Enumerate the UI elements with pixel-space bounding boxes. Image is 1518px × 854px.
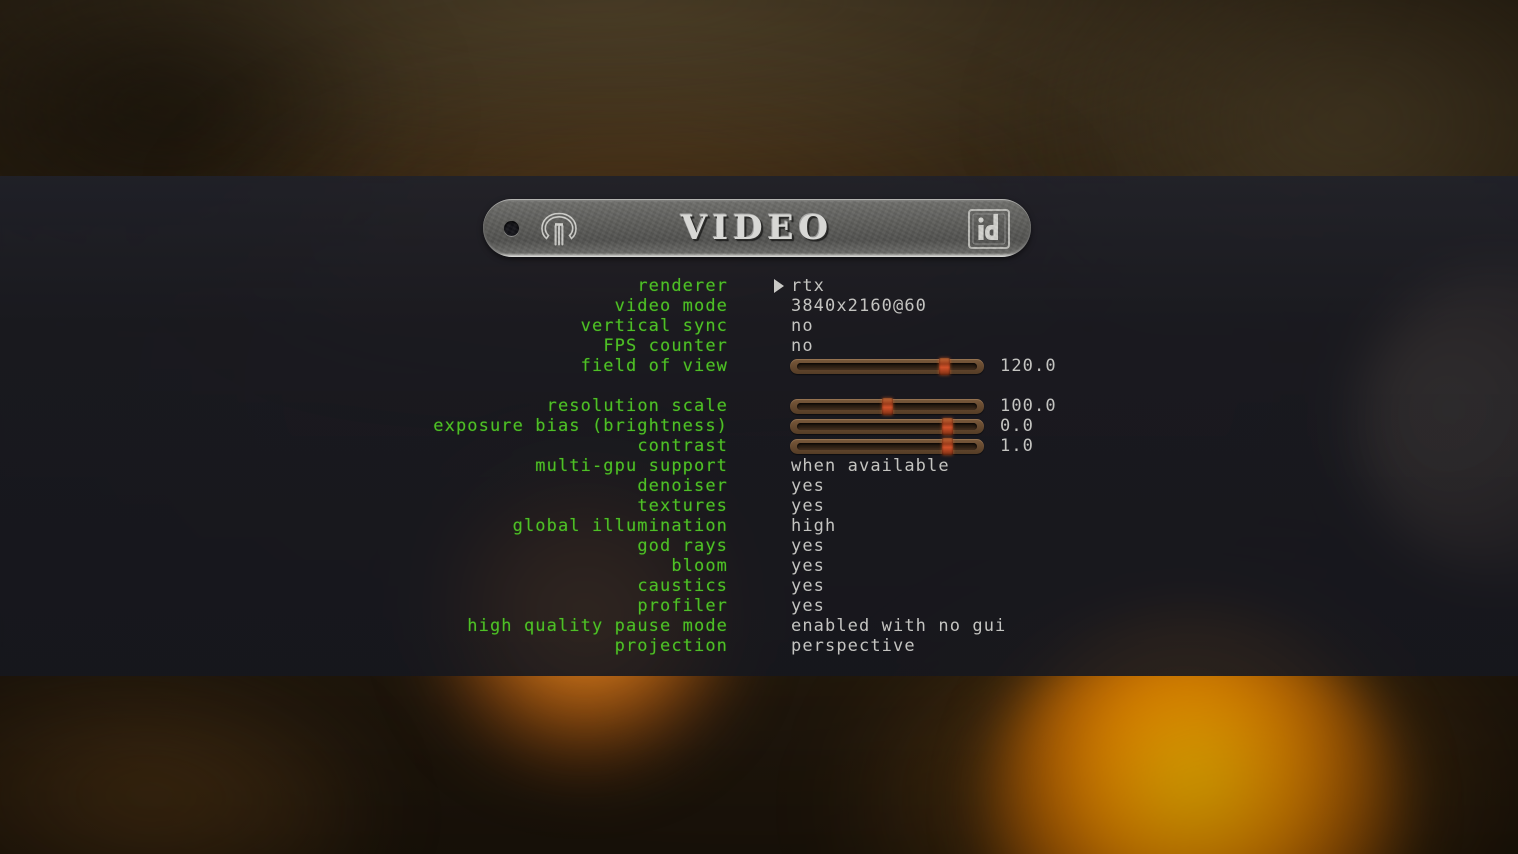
option-slider[interactable] xyxy=(790,438,984,455)
option-value[interactable]: enabled with no gui xyxy=(791,616,1006,636)
option-label: video mode xyxy=(614,296,728,316)
option-row[interactable]: renderer rtx xyxy=(0,276,1518,296)
option-value[interactable]: yes xyxy=(791,476,825,496)
menu-title-plaque: VIDEO xyxy=(483,199,1031,257)
option-label: vertical sync xyxy=(580,316,728,336)
video-options-list: renderer rtx video mode 3840x2160@60 vertica… xyxy=(0,276,1518,656)
option-row[interactable]: caustics yes xyxy=(0,576,1518,596)
option-label: renderer xyxy=(637,276,728,296)
option-row-spacer xyxy=(0,376,1518,396)
option-label: field of view xyxy=(580,356,728,376)
option-value[interactable]: high xyxy=(791,516,836,536)
option-label: projection xyxy=(614,636,728,656)
option-row[interactable]: projection perspective xyxy=(0,636,1518,656)
option-value[interactable]: yes xyxy=(791,536,825,556)
option-label: contrast xyxy=(637,436,728,456)
slider-knob[interactable] xyxy=(938,358,950,375)
option-value[interactable]: no xyxy=(791,336,814,356)
option-value[interactable]: no xyxy=(791,316,814,336)
option-label: exposure bias (brightness) xyxy=(433,416,728,436)
game-screen: VIDEO renderer rtx video mode 3840x2160@60 v… xyxy=(0,0,1518,854)
option-row[interactable]: field of view 120.0 xyxy=(0,356,1518,376)
page-title: VIDEO xyxy=(680,208,834,248)
option-label: god rays xyxy=(637,536,728,556)
option-row[interactable]: high quality pause mode enabled with no g… xyxy=(0,616,1518,636)
option-value[interactable]: yes xyxy=(791,556,825,576)
selection-cursor-icon xyxy=(774,279,784,293)
slider-knob[interactable] xyxy=(881,398,893,415)
option-label: denoiser xyxy=(637,476,728,496)
option-value: 1.0 xyxy=(1000,436,1035,456)
slider-knob[interactable] xyxy=(942,438,954,455)
option-label: resolution scale xyxy=(546,396,728,416)
option-slider[interactable] xyxy=(790,398,984,415)
option-label: high quality pause mode xyxy=(467,616,728,636)
option-row[interactable]: bloom yes xyxy=(0,556,1518,576)
option-value: 120.0 xyxy=(1000,356,1057,376)
option-value[interactable]: yes xyxy=(791,596,825,616)
option-value[interactable]: yes xyxy=(791,576,825,596)
option-value: 100.0 xyxy=(1000,396,1057,416)
slider-groove xyxy=(797,363,977,370)
slider-knob[interactable] xyxy=(942,418,954,435)
option-label: FPS counter xyxy=(603,336,728,356)
option-row[interactable]: textures yes xyxy=(0,496,1518,516)
option-slider[interactable] xyxy=(790,358,984,375)
option-label: textures xyxy=(637,496,728,516)
option-row[interactable]: profiler yes xyxy=(0,596,1518,616)
option-label: bloom xyxy=(671,556,728,576)
option-row[interactable]: global illumination high xyxy=(0,516,1518,536)
option-row[interactable]: exposure bias (brightness) 0.0 xyxy=(0,416,1518,436)
option-value[interactable]: yes xyxy=(791,496,825,516)
option-label: multi-gpu support xyxy=(535,456,728,476)
option-value[interactable]: 3840x2160@60 xyxy=(791,296,927,316)
option-value[interactable]: perspective xyxy=(791,636,916,656)
option-row[interactable]: video mode 3840x2160@60 xyxy=(0,296,1518,316)
option-row[interactable]: multi-gpu support when available xyxy=(0,456,1518,476)
option-value: 0.0 xyxy=(1000,416,1035,436)
option-value[interactable]: rtx xyxy=(791,276,825,296)
option-row[interactable]: vertical sync no xyxy=(0,316,1518,336)
option-row[interactable]: god rays yes xyxy=(0,536,1518,556)
option-row[interactable]: denoiser yes xyxy=(0,476,1518,496)
option-label: profiler xyxy=(637,596,728,616)
option-row[interactable]: FPS counter no xyxy=(0,336,1518,356)
option-value[interactable]: when available xyxy=(791,456,950,476)
option-label: global illumination xyxy=(512,516,728,536)
option-row[interactable]: resolution scale 100.0 xyxy=(0,396,1518,416)
option-label: caustics xyxy=(637,576,728,596)
option-slider[interactable] xyxy=(790,418,984,435)
option-row[interactable]: contrast 1.0 xyxy=(0,436,1518,456)
